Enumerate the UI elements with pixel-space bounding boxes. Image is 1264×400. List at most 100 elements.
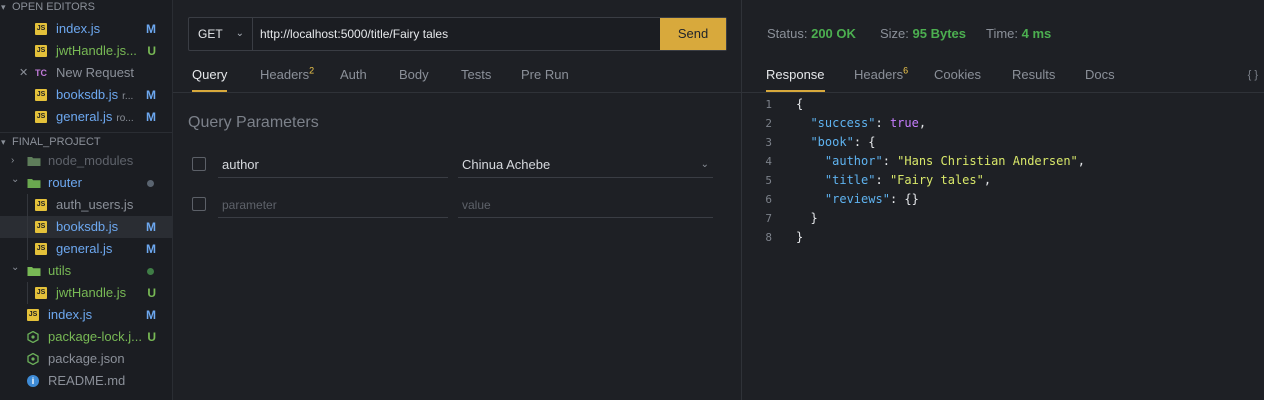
chevron-down-icon: ⌄ (11, 262, 20, 273)
code-text: "reviews": {} (796, 190, 919, 209)
response-tab-cookies[interactable]: Cookies (934, 60, 981, 90)
git-status-badge: M (146, 220, 156, 234)
open-editor-item[interactable]: ✕ TC New Request (0, 62, 172, 84)
open-editor-item[interactable]: JS booksdb.js r... M (0, 84, 172, 106)
js-file-icon: JS (35, 89, 47, 101)
param-name-input[interactable]: author (218, 152, 448, 178)
code-token: : (875, 116, 890, 130)
tree-item-name: auth_users.js (56, 197, 134, 212)
method-select[interactable]: GET ⌄ (189, 18, 253, 50)
node-file-icon (27, 330, 39, 344)
param-enable-checkbox[interactable] (192, 157, 206, 171)
new-param-value-input[interactable]: value (458, 192, 713, 218)
send-button[interactable]: Send (660, 18, 726, 50)
open-editor-name: New Request (56, 62, 134, 84)
tree-item-name: index.js (48, 307, 93, 322)
param-value-input[interactable]: Chinua Achebe ⌄ (458, 152, 713, 178)
code-token: "Fairy tales" (889, 173, 984, 187)
code-text: "title": "Fairy tales", (796, 171, 991, 190)
js-file-icon: JS (35, 243, 47, 255)
tree-item[interactable]: JS index.js M (0, 304, 172, 326)
code-token: "author" (824, 154, 883, 168)
code-line: 1{ (742, 95, 1264, 114)
tree-item-name: package.json (48, 351, 125, 366)
tab-headers[interactable]: Headers2 (260, 60, 314, 90)
response-tab-results[interactable]: Results (1012, 60, 1055, 90)
code-token: "book" (810, 135, 854, 149)
tab-auth[interactable]: Auth (340, 60, 367, 90)
indent-guide (27, 194, 28, 260)
tree-item[interactable]: ⌄ router (0, 172, 172, 194)
js-file-icon: JS (35, 199, 47, 211)
modified-dot (147, 180, 154, 187)
project-header[interactable]: ▾ FINAL_PROJECT (0, 132, 172, 151)
open-editor-item[interactable]: JS index.js M (0, 18, 172, 40)
file-path-desc: r... (122, 91, 134, 102)
tree-item[interactable]: JS general.js M (0, 238, 172, 260)
tree-item[interactable]: package-lock.j... U (0, 326, 172, 348)
tab-label: Cookies (934, 67, 981, 82)
status-label: Status: (767, 26, 808, 41)
param-value-text: Chinua Achebe (462, 157, 551, 172)
open-editor-item[interactable]: JS jwtHandle.js... U (0, 40, 172, 62)
response-tab-headers[interactable]: Headers6 (854, 60, 908, 90)
code-token: "title" (824, 173, 876, 187)
code-token: , (1077, 154, 1086, 168)
open-editor-name: index.js (56, 18, 100, 40)
folder-node-icon (27, 155, 41, 167)
open-editors-title: OPEN EDITORS (12, 1, 95, 13)
code-line: 2 "success": true, (742, 114, 1264, 133)
response-body: 1{2 "success": true, 3 "book": {4 "author… (742, 95, 1264, 247)
tree-item[interactable]: ⌄ utils (0, 260, 172, 282)
open-editor-name: jwtHandle.js... (56, 40, 137, 62)
chevron-down-icon: ▾ (1, 137, 6, 147)
tab-body[interactable]: Body (399, 60, 429, 90)
tree-item[interactable]: JS auth_users.js (0, 194, 172, 216)
time-readout: Time: 4 ms (986, 26, 1051, 41)
code-token: : (875, 173, 890, 187)
tree-item[interactable]: › node_modules (0, 150, 172, 172)
js-file-icon: JS (27, 309, 39, 321)
request-pane: GET ⌄ http://localhost:5000/title/Fairy … (173, 0, 742, 400)
response-tab-docs[interactable]: Docs (1085, 60, 1115, 90)
js-file-icon: JS (35, 23, 47, 35)
code-text: } (796, 228, 803, 247)
file-path-desc: ro... (116, 113, 134, 124)
line-number: 6 (765, 193, 772, 206)
tree-item[interactable]: JS jwtHandle.js U (0, 282, 172, 304)
thunder-client-icon: TC (35, 68, 47, 78)
tab-label: Headers (260, 67, 310, 82)
code-token: } (796, 230, 804, 244)
tab-label: Headers (854, 67, 904, 82)
file-name-text: booksdb.js (56, 87, 119, 102)
node-file-icon (27, 352, 39, 366)
braces-icon[interactable]: { } (1248, 69, 1258, 81)
project-title: FINAL_PROJECT (12, 136, 101, 148)
chevron-down-icon: ⌄ (235, 28, 244, 39)
open-editor-item[interactable]: JS general.js ro... M (0, 106, 172, 128)
indent-guide (27, 282, 28, 304)
explorer-sidebar: ▾ OPEN EDITORS JS index.js M JS jwtHandle.js… (0, 0, 173, 400)
code-text: "author": "Hans Christian Andersen", (796, 152, 1085, 171)
tab-query[interactable]: Query (192, 60, 228, 92)
tree-item[interactable]: JS booksdb.js M (0, 216, 172, 238)
close-icon[interactable]: ✕ (19, 62, 28, 84)
url-input[interactable]: http://localhost:5000/title/Fairy tales (260, 18, 448, 50)
open-editors-header[interactable]: ▾ OPEN EDITORS (0, 0, 172, 18)
new-param-name-input[interactable]: parameter (218, 192, 448, 218)
tab-pre-run[interactable]: Pre Run (521, 60, 569, 90)
tree-item[interactable]: package.json (0, 348, 172, 370)
js-file-icon: JS (35, 45, 47, 57)
js-file-icon: JS (35, 221, 47, 233)
response-tab-response[interactable]: Response (766, 60, 825, 92)
git-status-badge: M (146, 110, 156, 124)
code-text: } (796, 209, 817, 228)
tree-item[interactable]: i README.md (0, 370, 172, 392)
chevron-down-icon: ▾ (1, 2, 6, 12)
tab-tests[interactable]: Tests (461, 60, 491, 90)
modified-dot (147, 268, 154, 275)
new-param-checkbox[interactable] (192, 197, 206, 211)
line-number: 5 (765, 174, 772, 187)
